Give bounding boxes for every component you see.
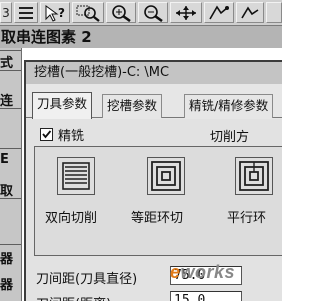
zoom-out-icon[interactable] xyxy=(138,2,168,23)
finish-checkbox-row[interactable]: 精铣 xyxy=(40,125,85,144)
panel-divider xyxy=(0,70,21,71)
method-label-zigzag: 双向切削 xyxy=(45,211,98,226)
panel-divider xyxy=(0,244,21,245)
toolbar-overflow-button[interactable] xyxy=(266,2,282,23)
tab-tool-parameters[interactable]: 刀具参数 xyxy=(32,92,93,119)
svg-text:?: ? xyxy=(58,6,65,20)
constant-overlap-spiral-icon[interactable] xyxy=(147,157,185,195)
side-label: 式 xyxy=(0,56,14,71)
side-label: 器 xyxy=(0,278,14,293)
cutting-method-group: 双向切削 等距环切 平行环 xyxy=(34,146,282,256)
watermark-prefix: e xyxy=(170,262,181,282)
panel-divider xyxy=(0,108,21,109)
watermark-main: works xyxy=(180,262,236,282)
chain-selection-title: 取串连图素 2 xyxy=(0,26,282,48)
zoom-in-icon[interactable] xyxy=(106,2,136,23)
parallel-spiral-icon[interactable] xyxy=(235,157,273,195)
panel-divider xyxy=(0,148,21,149)
cut-method-label: 切削方 xyxy=(210,130,250,145)
stepover-distance-input[interactable]: 15.0 xyxy=(170,291,242,301)
stepover-distance-label: 刀间距(距离) xyxy=(36,293,111,301)
toolbar: 3 ? xyxy=(0,0,282,26)
tab-pocket-parameters[interactable]: 挖槽参数 xyxy=(102,94,163,118)
help-cursor-icon[interactable]: ? xyxy=(40,2,70,23)
stepover-percent-label: 刀间距(刀具直径) xyxy=(36,272,138,287)
toolbar-label: 3 xyxy=(2,5,10,20)
tab-strip: 刀具参数 挖槽参数 精铣/精修参数 xyxy=(26,84,282,119)
side-label: 器 xyxy=(0,252,14,267)
dialog-title: 挖槽(一般挖槽)-C: \MC xyxy=(26,62,282,84)
finish-checkbox-label: 精铣 xyxy=(58,128,85,144)
toolbar-extra-button[interactable] xyxy=(236,2,264,23)
tab-content: 精铣 切削方 双向切削 等距环切 平行环 刀间距(刀具直径) 75.0 15.0 xyxy=(26,119,282,301)
pocket-dialog: 挖槽(一般挖槽)-C: \MC 刀具参数 挖槽参数 精铣/精修参数 精铣 切削方… xyxy=(24,60,282,301)
zoom-window-icon[interactable] xyxy=(72,2,104,23)
method-label-constant-overlap: 等距环切 xyxy=(131,211,184,226)
side-label: 连 xyxy=(0,94,14,109)
panel-divider xyxy=(0,50,21,51)
measure-icon[interactable] xyxy=(204,2,234,23)
lines-icon[interactable] xyxy=(14,2,38,23)
e-works-watermark: eworks xyxy=(170,262,235,283)
zigzag-icon[interactable] xyxy=(57,157,95,195)
tab-finish-parameters[interactable]: 精铣/精修参数 xyxy=(184,94,274,118)
toolbar-button-3[interactable]: 3 xyxy=(0,2,12,23)
panel-divider xyxy=(0,198,21,199)
side-label: E xyxy=(0,152,9,167)
side-label: 取 xyxy=(0,184,14,199)
method-label-parallel-spiral: 平行环 xyxy=(227,211,267,226)
left-panel: 式 连 E 取 器 器 xyxy=(0,48,22,301)
pan-icon[interactable] xyxy=(170,2,202,23)
finish-checkbox[interactable] xyxy=(40,127,53,141)
